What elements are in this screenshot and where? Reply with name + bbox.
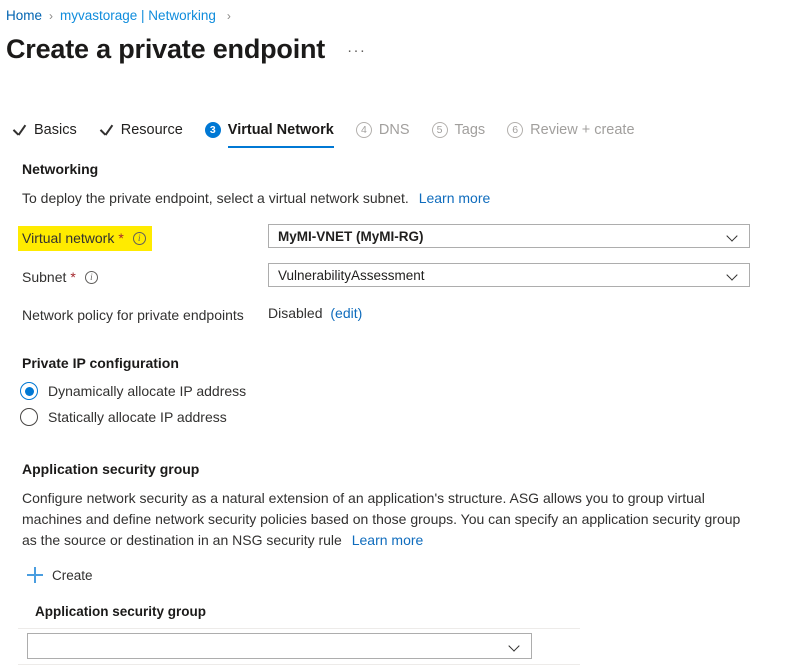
tab-number-badge: 6 xyxy=(507,122,523,138)
asg-column-header: Application security group xyxy=(35,604,206,619)
chevron-down-icon xyxy=(728,270,739,281)
breadcrumb-home-link[interactable]: Home xyxy=(6,8,42,24)
asg-table-divider-bottom xyxy=(18,664,580,665)
info-icon[interactable]: i xyxy=(85,271,98,284)
network-policy-value-group: Disabled (edit) xyxy=(268,305,362,321)
breadcrumb-resource-link[interactable]: myvastorage | Networking xyxy=(60,8,216,24)
radio-statically-allocate-ip-label: Statically allocate IP address xyxy=(48,409,227,425)
networking-description-text: To deploy the private endpoint, select a… xyxy=(22,190,409,206)
tab-virtual-network-label: Virtual Network xyxy=(228,122,334,138)
radio-selected-icon xyxy=(20,382,38,400)
tab-tags-label: Tags xyxy=(455,122,486,138)
tab-number-badge: 5 xyxy=(432,122,448,138)
subnet-label-text: Subnet xyxy=(22,267,66,287)
wizard-tabs: Basics Resource 3 Virtual Network 4 DNS … xyxy=(12,112,657,148)
active-tab-indicator xyxy=(228,146,334,148)
info-icon[interactable]: i xyxy=(133,232,146,245)
radio-dynamically-allocate-ip-label: Dynamically allocate IP address xyxy=(48,383,246,399)
virtual-network-label-text: Virtual network xyxy=(22,228,114,248)
private-ip-configuration-heading: Private IP configuration xyxy=(22,355,179,371)
networking-learn-more-link[interactable]: Learn more xyxy=(419,190,491,206)
radio-statically-allocate-ip[interactable]: Statically allocate IP address xyxy=(20,408,227,426)
network-policy-value: Disabled xyxy=(268,305,322,321)
virtual-network-label: Virtual network * i xyxy=(18,226,152,251)
virtual-network-dropdown[interactable]: MyMI-VNET (MyMI-RG) xyxy=(268,224,750,248)
check-icon xyxy=(99,123,114,138)
chevron-down-icon xyxy=(728,231,739,242)
radio-dynamically-allocate-ip[interactable]: Dynamically allocate IP address xyxy=(20,382,246,400)
required-asterisk: * xyxy=(118,228,123,248)
tab-review-create-label: Review + create xyxy=(530,122,634,138)
breadcrumb-chevron-icon-2: › xyxy=(227,8,231,24)
required-asterisk: * xyxy=(70,267,75,287)
asg-section-heading: Application security group xyxy=(22,461,199,477)
asg-learn-more-link[interactable]: Learn more xyxy=(352,532,424,548)
network-policy-edit-link[interactable]: (edit) xyxy=(330,305,362,321)
radio-unselected-icon xyxy=(20,408,38,426)
create-private-endpoint-page: Home › myvastorage | Networking › Create… xyxy=(0,0,810,667)
check-icon xyxy=(12,123,27,138)
tab-tags[interactable]: 5 Tags xyxy=(432,112,486,148)
tab-review-create[interactable]: 6 Review + create xyxy=(507,112,634,148)
asg-select-dropdown[interactable] xyxy=(27,633,532,659)
tab-dns-label: DNS xyxy=(379,122,410,138)
asg-section-description: Configure network security as a natural … xyxy=(22,488,742,551)
tab-number-badge: 3 xyxy=(205,122,221,138)
tab-virtual-network[interactable]: 3 Virtual Network xyxy=(205,112,334,148)
tab-resource-label: Resource xyxy=(121,122,183,138)
page-title: Create a private endpoint xyxy=(6,31,325,67)
subnet-dropdown[interactable]: VulnerabilityAssessment xyxy=(268,263,750,287)
page-header: Create a private endpoint ··· xyxy=(6,31,366,67)
tab-number-badge: 4 xyxy=(356,122,372,138)
plus-icon xyxy=(27,567,43,583)
networking-section-heading: Networking xyxy=(22,161,98,177)
chevron-down-icon xyxy=(510,641,521,652)
more-options-icon[interactable]: ··· xyxy=(347,42,366,59)
virtual-network-value: MyMI-VNET (MyMI-RG) xyxy=(278,229,728,244)
networking-section-description: To deploy the private endpoint, select a… xyxy=(22,188,490,209)
subnet-value: VulnerabilityAssessment xyxy=(278,268,728,283)
network-policy-label: Network policy for private endpoints xyxy=(22,305,244,325)
create-asg-button[interactable]: Create xyxy=(27,567,93,583)
create-asg-label: Create xyxy=(52,568,93,583)
network-policy-label-text: Network policy for private endpoints xyxy=(22,305,244,325)
subnet-label: Subnet * i xyxy=(22,267,98,287)
tab-dns[interactable]: 4 DNS xyxy=(356,112,410,148)
breadcrumb-chevron-icon: › xyxy=(49,8,53,24)
asg-table-divider-top xyxy=(18,628,580,629)
tab-basics[interactable]: Basics xyxy=(12,112,77,148)
breadcrumb: Home › myvastorage | Networking › xyxy=(6,8,240,24)
tab-resource[interactable]: Resource xyxy=(99,112,183,148)
tab-basics-label: Basics xyxy=(34,122,77,138)
